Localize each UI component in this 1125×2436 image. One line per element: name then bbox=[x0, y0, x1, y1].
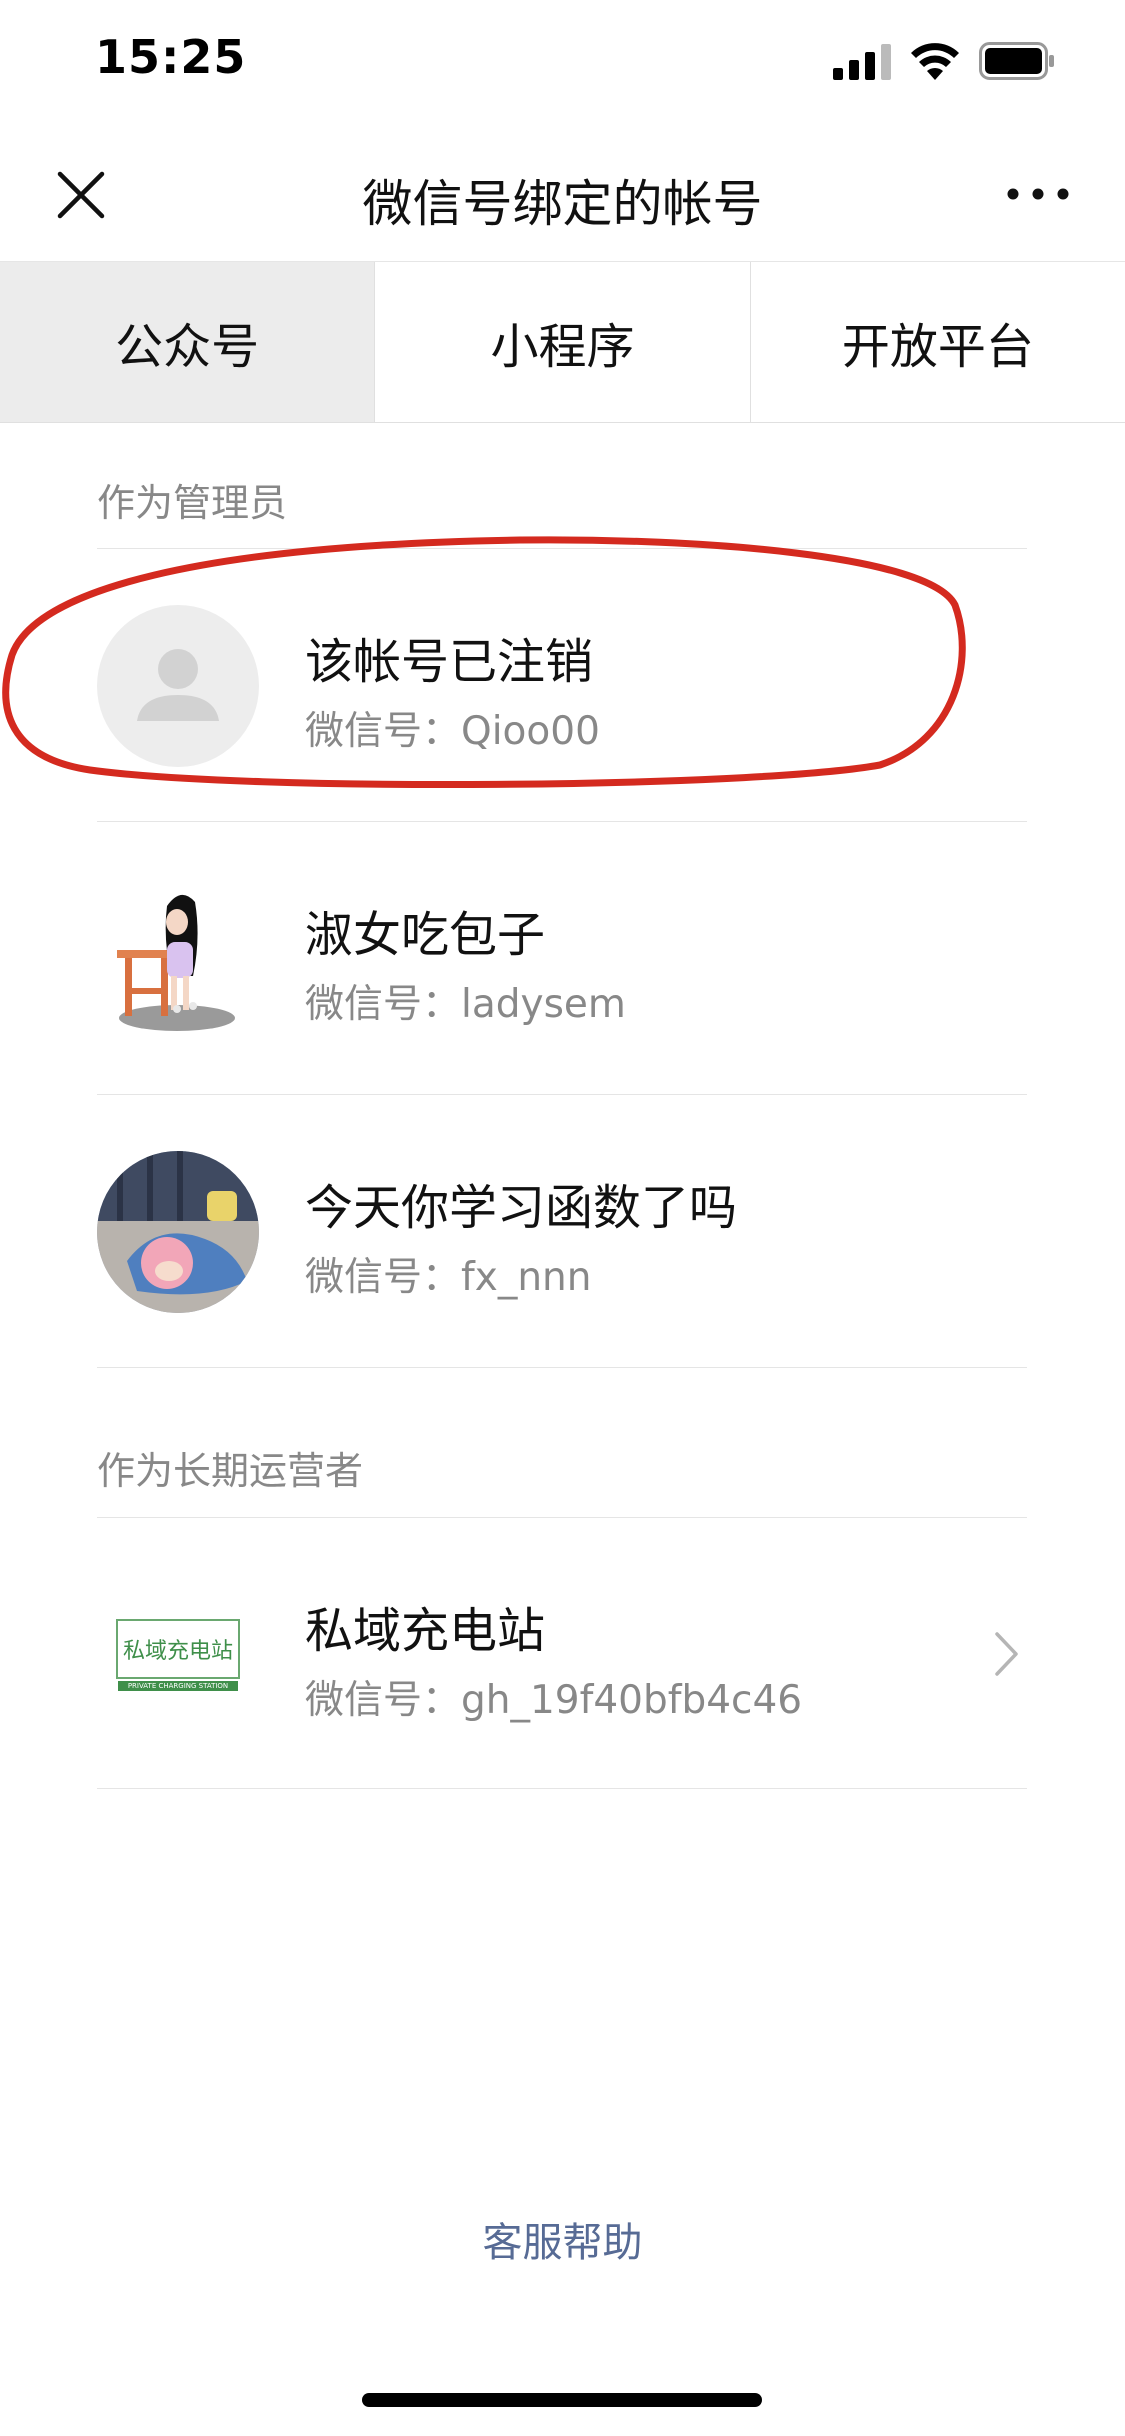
status-icons bbox=[825, 0, 1125, 130]
tab-mini-program[interactable]: 小程序 bbox=[375, 262, 751, 422]
account-id-row: 微信号：Qioo00 bbox=[305, 700, 600, 756]
home-indicator bbox=[362, 2393, 762, 2407]
account-name: 淑女吃包子 bbox=[305, 907, 546, 963]
account-item-cancelled[interactable]: 该帐号已注销 微信号：Qioo00 bbox=[0, 550, 1125, 822]
section-title-admin: 作为管理员 bbox=[97, 481, 288, 525]
default-avatar-icon bbox=[97, 605, 259, 767]
account-id-row: 微信号：fx_nnn bbox=[305, 1246, 591, 1302]
nav-bar: 微信号绑定的帐号 bbox=[0, 130, 1125, 260]
brand-logo-text: 私域充电站 bbox=[122, 1639, 233, 1664]
divider bbox=[97, 1788, 1027, 1789]
battery-icon bbox=[979, 42, 1054, 80]
anime-girl-avatar-icon bbox=[97, 1151, 259, 1313]
account-item-fx-nnn[interactable]: 今天你学习函数了吗 微信号：fx_nnn bbox=[0, 1096, 1125, 1368]
divider bbox=[97, 1517, 1027, 1518]
divider bbox=[97, 1094, 1027, 1095]
account-item-private-charging[interactable]: 私域充电站 PRIVATE CHARGING STATION 私域充电站 微信号… bbox=[0, 1519, 1125, 1791]
section-title-operator: 作为长期运营者 bbox=[97, 1449, 364, 1493]
account-id-label: 微信号： bbox=[305, 1678, 462, 1723]
brand-logo-avatar-icon: 私域充电站 PRIVATE CHARGING STATION bbox=[97, 1574, 259, 1736]
account-name: 今天你学习函数了吗 bbox=[305, 1180, 738, 1236]
account-id: fx_nnn bbox=[461, 1255, 592, 1300]
account-id-label: 微信号： bbox=[305, 982, 462, 1027]
customer-service-help-link[interactable]: 客服帮助 bbox=[0, 2210, 1125, 2268]
brand-logo-subtext: PRIVATE CHARGING STATION bbox=[118, 1681, 238, 1691]
account-id-row: 微信号：ladysem bbox=[305, 973, 626, 1029]
chevron-right-icon bbox=[995, 1632, 1018, 1676]
more-icon[interactable] bbox=[1003, 174, 1073, 214]
status-time: 15:25 bbox=[95, 30, 247, 84]
wifi-icon bbox=[911, 43, 959, 80]
tab-open-platform[interactable]: 开放平台 bbox=[751, 262, 1125, 422]
tab-official-account[interactable]: 公众号 bbox=[0, 262, 376, 422]
account-id-label: 微信号： bbox=[305, 709, 462, 754]
girl-at-desk-avatar-icon bbox=[97, 878, 259, 1040]
status-bar: 15:25 bbox=[0, 0, 1125, 130]
account-item-ladysem[interactable]: 淑女吃包子 微信号：ladysem bbox=[0, 823, 1125, 1095]
account-id: ladysem bbox=[461, 982, 626, 1027]
page-title: 微信号绑定的帐号 bbox=[362, 175, 763, 233]
signal-icon bbox=[833, 44, 891, 80]
divider bbox=[97, 821, 1027, 822]
account-id-row: 微信号：gh_19f40bfb4c46 bbox=[305, 1669, 802, 1725]
brand-logo: 私域充电站 bbox=[116, 1619, 240, 1679]
account-name: 私域充电站 bbox=[305, 1603, 546, 1659]
account-id: gh_19f40bfb4c46 bbox=[461, 1678, 803, 1723]
account-name: 该帐号已注销 bbox=[305, 634, 594, 690]
divider bbox=[97, 548, 1027, 549]
account-id-label: 微信号： bbox=[305, 1255, 462, 1300]
account-id: Qioo00 bbox=[461, 709, 600, 754]
tab-bar: 公众号 小程序 开放平台 bbox=[0, 261, 1125, 423]
divider bbox=[97, 1367, 1027, 1368]
